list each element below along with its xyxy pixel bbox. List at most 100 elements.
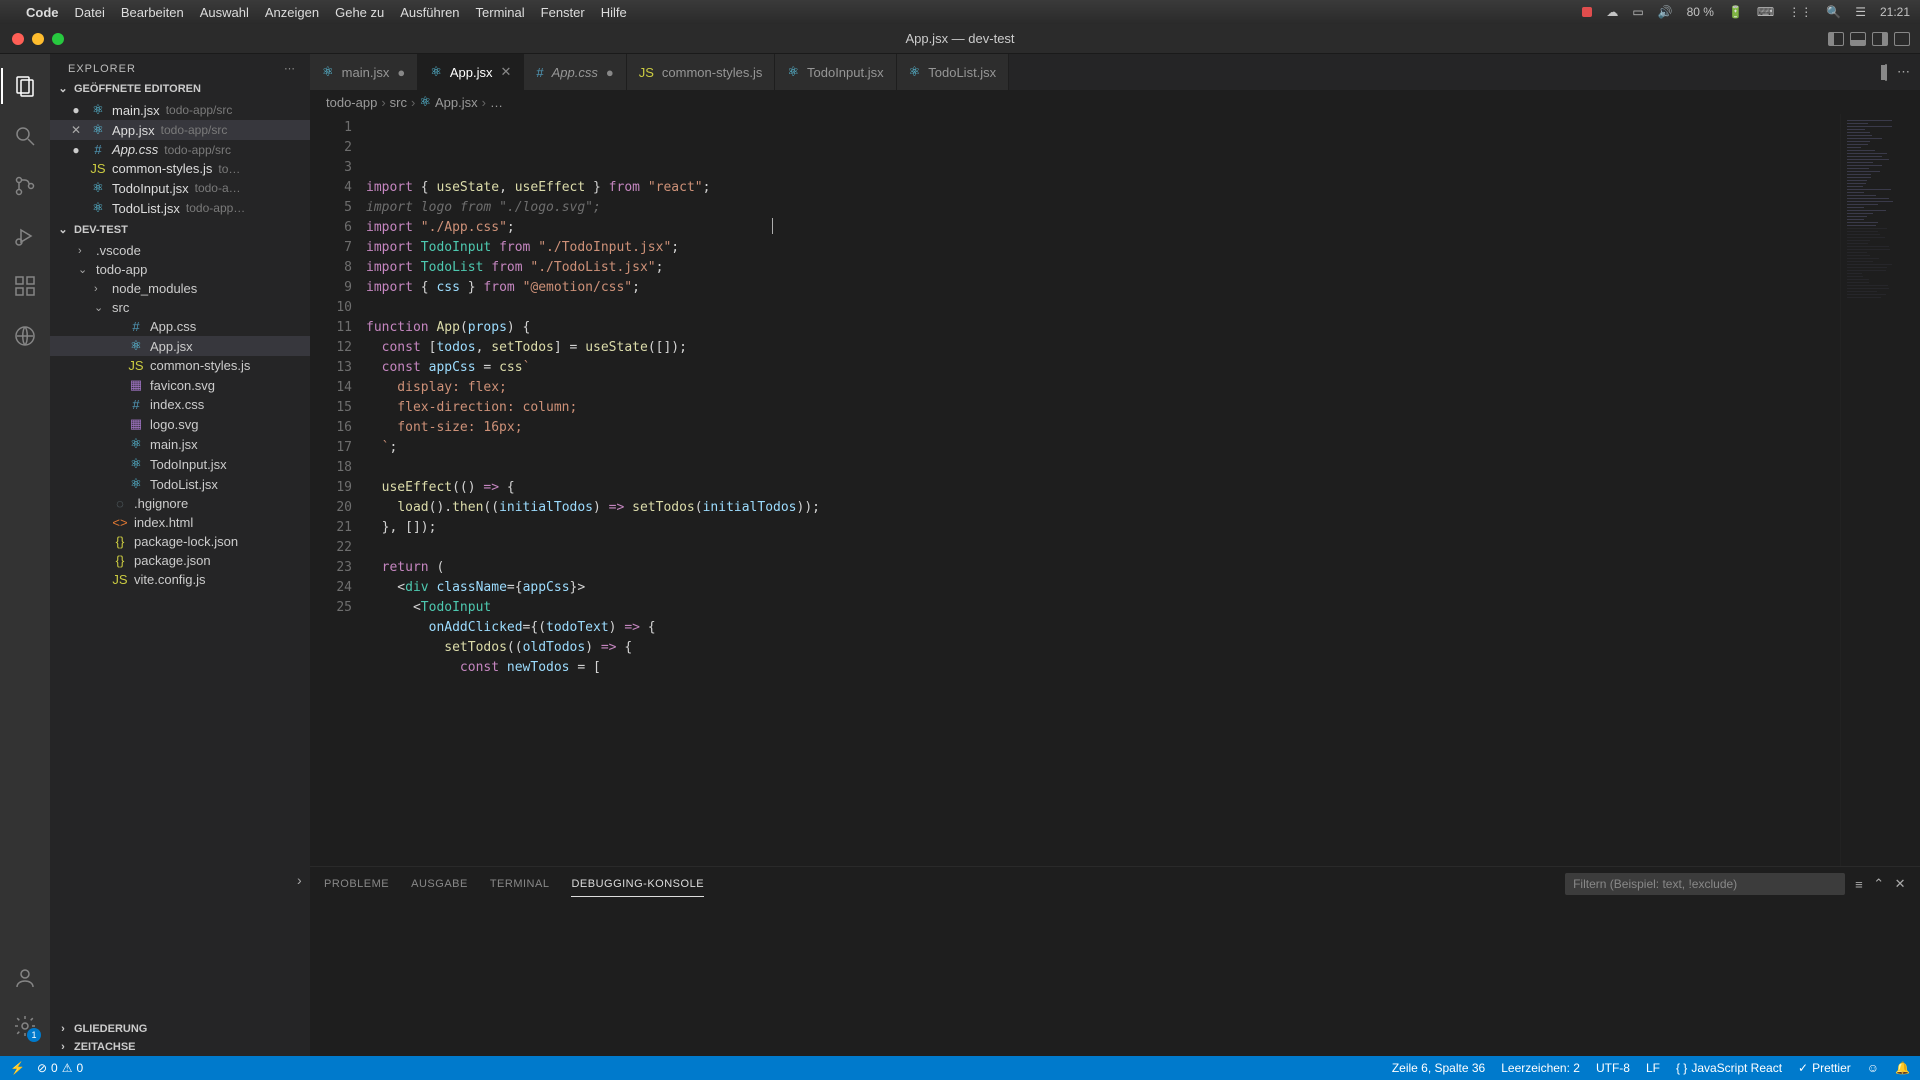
menu-gehezu[interactable]: Gehe zu [335,5,384,20]
folder-item[interactable]: ⌄src [50,298,310,317]
split-editor-icon[interactable] [1885,65,1887,80]
customize-layout-icon[interactable] [1894,32,1910,46]
volume-icon[interactable]: 🔊 [1658,5,1673,19]
code-line[interactable]: import { useState, useEffect } from "rea… [366,178,1840,198]
cloud-icon[interactable]: ☁︎ [1606,5,1618,19]
toggle-panel-icon[interactable] [1850,32,1866,46]
status-indent[interactable]: Leerzeichen: 2 [1501,1061,1580,1075]
code-line[interactable]: import "./App.css"; [366,218,1840,238]
code-line[interactable]: import { css } from "@emotion/css"; [366,278,1840,298]
code-line[interactable]: import logo from "./logo.svg"; [366,198,1840,218]
file-item[interactable]: #index.css [50,395,310,414]
activity-debug-icon[interactable] [1,214,49,258]
wifi-icon[interactable]: ⋮⋮ [1788,5,1812,19]
code-line[interactable]: flex-direction: column; [366,398,1840,418]
close-icon[interactable]: ✕ [501,64,512,80]
display-icon[interactable]: ▭ [1632,5,1643,19]
sidebar-more-icon[interactable]: ⋯ [284,62,296,75]
search-icon[interactable]: 🔍 [1826,5,1841,19]
code-line[interactable] [366,298,1840,318]
status-remote-icon[interactable]: ⚡ [10,1061,25,1075]
file-item[interactable]: ▦logo.svg [50,414,310,434]
code-line[interactable]: }, []); [366,518,1840,538]
open-editors-header[interactable]: ⌄ GEÖFFNETE EDITOREN [50,79,310,98]
project-header[interactable]: ⌄ DEV-TEST [50,220,310,239]
minimize-window-button[interactable] [32,33,44,45]
open-editor-item[interactable]: ⚛TodoList.jsxtodo-app… [50,198,310,218]
code-line[interactable] [366,458,1840,478]
code-line[interactable]: setTodos((oldTodos) => { [366,638,1840,658]
panel-maximize-icon[interactable]: ⌃ [1873,876,1884,892]
breadcrumb[interactable]: todo-app › src › ⚛ App.jsx › … [310,90,1920,114]
toggle-sidebar-icon[interactable] [1828,32,1844,46]
editor-tab[interactable]: ⚛App.jsx✕ [418,54,524,90]
code-editor[interactable]: 1234567891011121314151617181920212223242… [310,114,1920,866]
activity-explorer-icon[interactable] [1,64,49,108]
battery-percent[interactable]: 80 % [1687,5,1714,19]
panel-tab[interactable]: DEBUGGING-KONSOLE [571,872,704,897]
recording-icon[interactable] [1582,7,1592,17]
open-editor-item[interactable]: ⚛TodoInput.jsxtodo-a… [50,178,310,198]
close-icon[interactable] [68,143,84,157]
maximize-window-button[interactable] [52,33,64,45]
code-line[interactable]: function App(props) { [366,318,1840,338]
battery-icon[interactable]: 🔋 [1728,5,1743,19]
outline-header[interactable]: › GLIEDERUNG [50,1020,310,1038]
folder-item[interactable]: ›node_modules [50,279,310,298]
editor-tab[interactable]: ⚛TodoInput.jsx [775,54,896,90]
file-item[interactable]: #App.css [50,317,310,336]
code-content[interactable]: import { useState, useEffect } from "rea… [366,114,1840,866]
file-item[interactable]: ◌.hgignore [50,494,310,513]
menu-anzeigen[interactable]: Anzeigen [265,5,319,20]
status-cursor[interactable]: Zeile 6, Spalte 36 [1392,1061,1485,1075]
code-line[interactable]: const appCss = css` [366,358,1840,378]
status-feedback-icon[interactable]: ☺ [1867,1061,1879,1075]
status-eol[interactable]: LF [1646,1061,1660,1075]
activity-extensions-icon[interactable] [1,264,49,308]
editor-tab[interactable]: JScommon-styles.js [627,54,776,90]
code-line[interactable]: onAddClicked={(todoText) => { [366,618,1840,638]
file-item[interactable]: ⚛TodoInput.jsx [50,454,310,474]
code-line[interactable]: import TodoInput from "./TodoInput.jsx"; [366,238,1840,258]
editor-tab[interactable]: ⚛TodoList.jsx [897,54,1010,90]
activity-source-control-icon[interactable] [1,164,49,208]
status-prettier[interactable]: ✓ Prettier [1798,1061,1851,1075]
code-line[interactable]: const newTodos = [ [366,658,1840,678]
status-language[interactable]: { } JavaScript React [1676,1061,1782,1075]
control-center-icon[interactable]: ☰ [1855,5,1866,19]
menu-auswahl[interactable]: Auswahl [200,5,249,20]
panel-filter-input[interactable] [1565,873,1845,895]
filter-options-icon[interactable]: ≡ [1855,877,1863,892]
panel-tab[interactable]: AUSGABE [411,872,468,896]
file-item[interactable]: <>index.html [50,513,310,532]
code-line[interactable]: <TodoInput [366,598,1840,618]
file-item[interactable]: ▦favicon.svg [50,375,310,395]
code-line[interactable]: import TodoList from "./TodoList.jsx"; [366,258,1840,278]
open-editor-item[interactable]: ⚛App.jsxtodo-app/src [50,120,310,140]
folder-item[interactable]: ›.vscode [50,241,310,260]
editor-tab[interactable]: ⚛main.jsx● [310,54,418,90]
app-name[interactable]: Code [26,5,59,20]
menu-hilfe[interactable]: Hilfe [601,5,627,20]
breadcrumb-segment[interactable]: todo-app [326,95,377,110]
open-editor-item[interactable]: #App.csstodo-app/src [50,140,310,159]
minimap[interactable] [1840,114,1920,866]
close-icon[interactable] [68,103,84,117]
activity-search-icon[interactable] [1,114,49,158]
code-line[interactable]: const [todos, setTodos] = useState([]); [366,338,1840,358]
folder-item[interactable]: ⌄todo-app [50,260,310,279]
menu-fenster[interactable]: Fenster [541,5,585,20]
close-window-button[interactable] [12,33,24,45]
file-item[interactable]: {}package-lock.json [50,532,310,551]
file-item[interactable]: ⚛TodoList.jsx [50,474,310,494]
file-item[interactable]: ⚛main.jsx [50,434,310,454]
code-line[interactable]: useEffect(() => { [366,478,1840,498]
activity-remote-icon[interactable] [1,314,49,358]
file-item[interactable]: {}package.json [50,551,310,570]
timeline-header[interactable]: › ZEITACHSE [50,1038,310,1056]
code-line[interactable]: `; [366,438,1840,458]
open-editor-item[interactable]: ⚛main.jsxtodo-app/src [50,100,310,120]
file-item[interactable]: JScommon-styles.js [50,356,310,375]
panel-close-icon[interactable]: ✕ [1895,876,1906,892]
menu-bearbeiten[interactable]: Bearbeiten [121,5,184,20]
